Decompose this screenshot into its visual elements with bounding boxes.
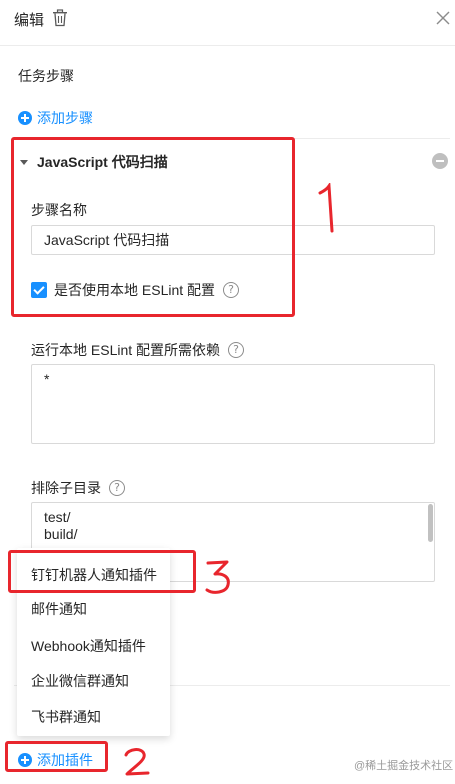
panel-header: 编辑	[0, 0, 455, 46]
trash-icon[interactable]	[52, 9, 68, 27]
annotation-number-1	[318, 183, 334, 233]
add-step-button[interactable]: 添加步骤	[18, 108, 93, 128]
remove-step-icon[interactable]	[432, 153, 448, 169]
deps-textarea[interactable]: *	[31, 364, 435, 444]
watermark: @稀土掘金技术社区	[354, 760, 454, 772]
task-steps-title: 任务步骤	[18, 68, 74, 84]
close-icon[interactable]	[436, 11, 450, 25]
annotation-number-2	[124, 748, 150, 776]
annotation-box-add-plugin	[5, 741, 108, 772]
plugin-menu-item[interactable]: 飞书群通知	[31, 707, 101, 727]
annotation-label-3: 3	[203, 558, 204, 559]
plus-circle-icon	[18, 111, 32, 125]
question-icon[interactable]: ?	[109, 480, 125, 496]
panel-title: 编辑	[14, 12, 45, 29]
scrollbar[interactable]	[428, 504, 433, 542]
add-step-label: 添加步骤	[37, 110, 93, 126]
annotation-box-step	[11, 137, 295, 317]
plugin-menu-item[interactable]: 企业微信群通知	[31, 671, 129, 691]
annotation-label-1: 1	[312, 183, 313, 184]
annotation-label-2: 2	[122, 746, 123, 747]
annotation-box-menu-item	[8, 550, 196, 593]
question-icon[interactable]: ?	[228, 342, 245, 358]
deps-label-text: 运行本地 ESLint 配置所需依赖	[31, 342, 221, 358]
plugin-menu-item[interactable]: Webhook通知插件	[31, 636, 146, 656]
deps-label: 运行本地 ESLint 配置所需依赖 ?	[31, 340, 245, 360]
plugin-menu-item[interactable]: 邮件通知	[31, 599, 87, 619]
annotation-number-3	[205, 560, 230, 594]
exclude-label-text: 排除子目录	[31, 480, 101, 496]
exclude-label: 排除子目录 ?	[31, 478, 125, 498]
